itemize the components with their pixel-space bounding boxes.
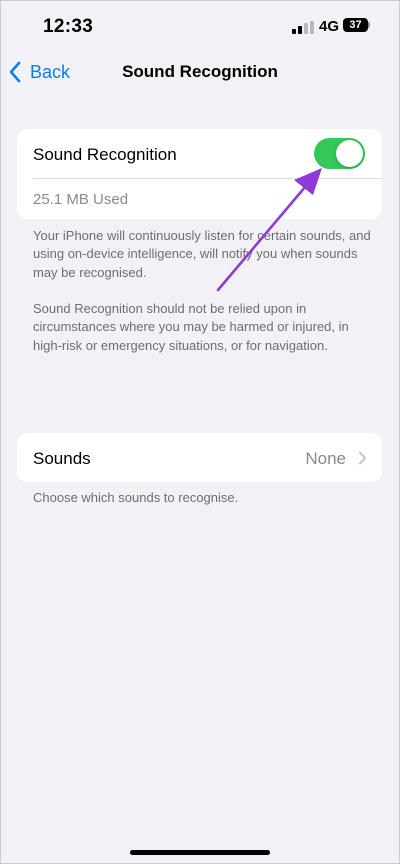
sounds-description: Choose which sounds to recognise. [33,490,239,505]
battery-cap [368,22,370,28]
sounds-label: Sounds [33,449,91,468]
recognition-warning: Sound Recognition should not be relied u… [33,301,349,353]
battery-icon: 37 [343,18,368,32]
storage-used: 25.1 MB Used [33,191,129,208]
navigation-bar: Back Sound Recognition [0,50,400,94]
network-type: 4G [319,18,340,35]
page-title: Sound Recognition [122,62,278,81]
status-time: 12:33 [43,16,94,37]
signal-icon [292,21,314,34]
sounds-row[interactable]: Sounds None [17,433,382,482]
sound-recognition-group: Sound Recognition 25.1 MB Used [17,129,382,219]
status-bar: 12:33 4G 37 [0,0,400,50]
row-divider [33,178,382,179]
home-indicator[interactable] [130,850,270,855]
recognition-description: Your iPhone will continuously listen for… [33,228,371,280]
battery-level: 37 [349,19,362,31]
sounds-value: None [305,449,346,468]
chevron-right-icon [359,451,366,465]
toggle-knob [336,140,363,167]
sound-recognition-toggle[interactable] [314,138,365,169]
sound-recognition-label: Sound Recognition [33,145,177,164]
